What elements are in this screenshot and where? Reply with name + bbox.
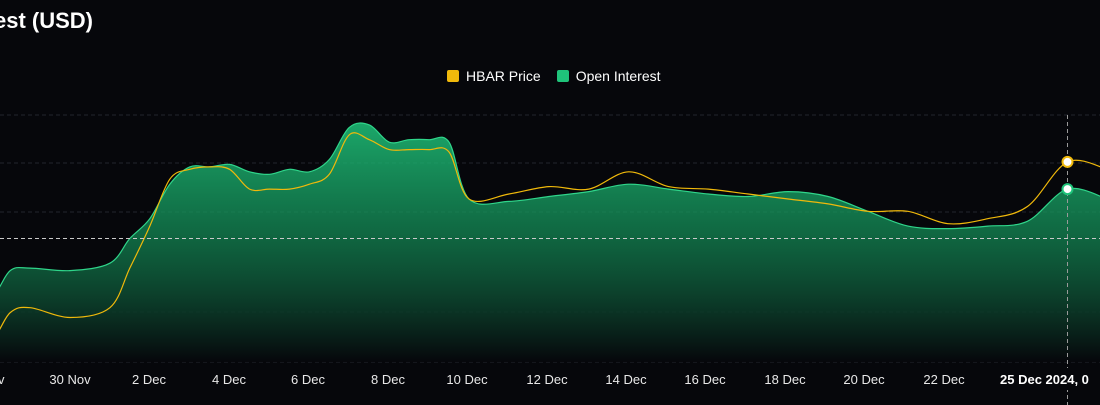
series-layer xyxy=(0,122,1100,362)
hover-point-hbar-price xyxy=(1061,155,1074,168)
x-tick-label: 6 Dec xyxy=(291,372,325,387)
x-tick-label: 10 Dec xyxy=(446,372,488,387)
x-tick-label: 20 Dec xyxy=(843,372,885,387)
x-tick-label: 22 Dec xyxy=(923,372,965,387)
x-tick-label: 18 Dec xyxy=(764,372,806,387)
hover-point-open-interest xyxy=(1061,183,1074,196)
hover-date-label: 25 Dec 2024, 0 xyxy=(1000,372,1089,387)
x-tick-label: 14 Dec xyxy=(605,372,647,387)
x-tick-label: 16 Dec xyxy=(684,372,726,387)
x-tick-label: Nov xyxy=(0,372,5,387)
chart-svg[interactable]: Nov 30 Nov 2 Dec 4 Dec 6 Dec 8 Dec 10 Dec 12 De… xyxy=(0,0,1100,405)
x-tick-label: 30 Nov xyxy=(49,372,91,387)
x-tick-label: 4 Dec xyxy=(212,372,246,387)
x-tick-label: 12 Dec xyxy=(526,372,568,387)
x-tick-label: 2 Dec xyxy=(132,372,166,387)
open-interest-area xyxy=(0,123,1100,362)
x-axis-ticks: Nov 30 Nov 2 Dec 4 Dec 6 Dec 8 Dec 10 Dec 12 De… xyxy=(0,368,1100,390)
x-tick-label: 8 Dec xyxy=(371,372,405,387)
